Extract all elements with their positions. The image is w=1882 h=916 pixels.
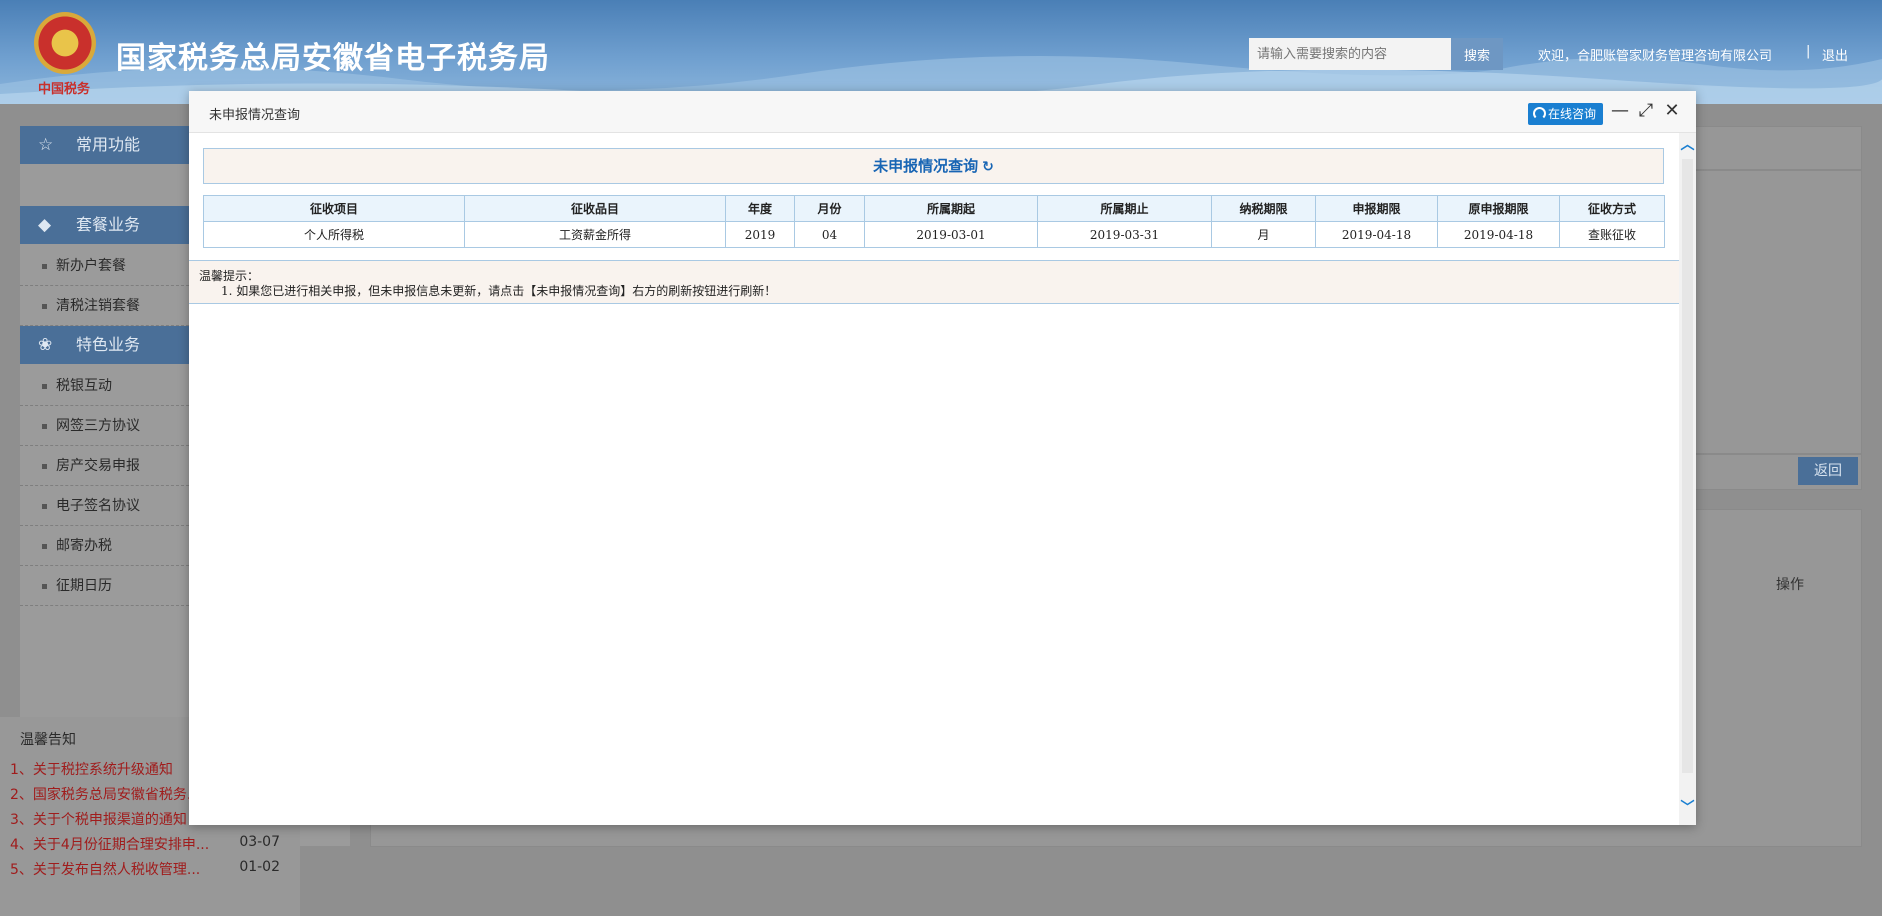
table-cell: 工资薪金所得 [464, 221, 726, 248]
table-cell: 查账征收 [1559, 221, 1665, 248]
back-button[interactable]: 返回 [1798, 457, 1858, 485]
search-input[interactable] [1249, 38, 1451, 70]
notice-title: 温馨告知 [20, 732, 76, 748]
notice-item[interactable]: 5、关于发布自然人税收管理... 01-02 [10, 859, 290, 881]
site-header: 中国税务 国家税务总局安徽省电子税务局 搜索 欢迎，合肥账管家财务管理咨询有限公… [0, 0, 1882, 104]
table-cell: 04 [794, 221, 865, 248]
grid-icon: ❀ [38, 335, 53, 355]
layers-icon: ◆ [38, 215, 52, 235]
unfiled-table: 征收项目 征收品目 年度 月份 所属期起 所属期止 纳税期限 申报期限 原申报期… [203, 195, 1665, 248]
bg-panel-top [1690, 126, 1862, 170]
modal-titlebar[interactable]: 未申报情况查询 在线咨询 — ⤢ ✕ [189, 91, 1696, 133]
column-header: 纳税期限 [1211, 195, 1316, 222]
emblem-text: 中国税务 [38, 82, 91, 97]
table-cell: 个人所得税 [203, 221, 465, 248]
scroll-up-icon[interactable]: ︿ [1679, 137, 1696, 154]
online-consult-label: 在线咨询 [1548, 107, 1597, 121]
headset-icon [1533, 107, 1546, 120]
table-cell: 2019-04-18 [1437, 221, 1560, 248]
table-cell: 2019-04-18 [1315, 221, 1438, 248]
refresh-icon[interactable]: ↻ [982, 159, 994, 175]
unfiled-query-modal: 未申报情况查询 在线咨询 — ⤢ ✕ 未申报情况查询 ↻ 征收项目 征收品目 年度… [189, 91, 1696, 825]
table-row: 个人所得税 工资薪金所得 2019 04 2019-03-01 2019-03-… [203, 221, 1665, 248]
maximize-icon[interactable]: ⤢ [1636, 101, 1656, 121]
column-header: 原申报期限 [1437, 195, 1560, 222]
table-cell: 2019 [725, 221, 795, 248]
search-button[interactable]: 搜索 [1451, 38, 1503, 70]
column-header: 所属期起 [864, 195, 1038, 222]
column-header: 所属期止 [1037, 195, 1212, 222]
bg-panel-form [1690, 170, 1862, 454]
scroll-down-icon[interactable]: ﹀ [1679, 800, 1696, 817]
star-icon: ☆ [38, 135, 54, 155]
table-cell: 2019-03-01 [864, 221, 1038, 248]
scroll-thumb[interactable] [1682, 159, 1693, 773]
column-header: 年度 [725, 195, 795, 222]
minimize-icon[interactable]: — [1610, 101, 1630, 121]
query-title: 未申报情况查询 [873, 157, 979, 175]
modal-title: 未申报情况查询 [209, 108, 301, 123]
notice-item[interactable]: 4、关于4月份征期合理安排申... 03-07 [10, 834, 290, 856]
sidebar-head-label: 常用功能 [76, 135, 141, 154]
tax-emblem-icon [34, 12, 96, 74]
site-title: 国家税务总局安徽省电子税务局 [116, 41, 550, 76]
table-cell: 月 [1211, 221, 1316, 248]
column-header: 申报期限 [1315, 195, 1438, 222]
column-header: 征收方式 [1559, 195, 1665, 222]
tips-line: 1. 如果您已进行相关申报，但未申报信息未更新，请点击【未申报情况查询】右方的刷… [221, 284, 777, 298]
header-separator: | [1806, 44, 1811, 59]
table-header-row: 征收项目 征收品目 年度 月份 所属期起 所属期止 纳税期限 申报期限 原申报期… [203, 195, 1665, 222]
column-header-operation: 操作 [1776, 577, 1804, 593]
column-header: 月份 [794, 195, 865, 222]
online-consult-button[interactable]: 在线咨询 [1528, 103, 1603, 125]
close-icon[interactable]: ✕ [1662, 101, 1682, 121]
modal-scrollbar[interactable]: ︿ ﹀ [1679, 133, 1696, 825]
logout-link[interactable]: 退出 [1822, 45, 1848, 64]
sidebar-head-label: 特色业务 [76, 335, 141, 354]
column-header: 征收品目 [464, 195, 726, 222]
query-header: 未申报情况查询 ↻ [203, 148, 1664, 184]
table-cell: 2019-03-31 [1037, 221, 1212, 248]
sidebar-head-label: 套餐业务 [76, 215, 141, 234]
welcome-text: 欢迎，合肥账管家财务管理咨询有限公司 [1538, 49, 1773, 64]
column-header: 征收项目 [203, 195, 465, 222]
tips-box: 温馨提示： 1. 如果您已进行相关申报，但未申报信息未更新，请点击【未申报情况查… [189, 260, 1679, 304]
